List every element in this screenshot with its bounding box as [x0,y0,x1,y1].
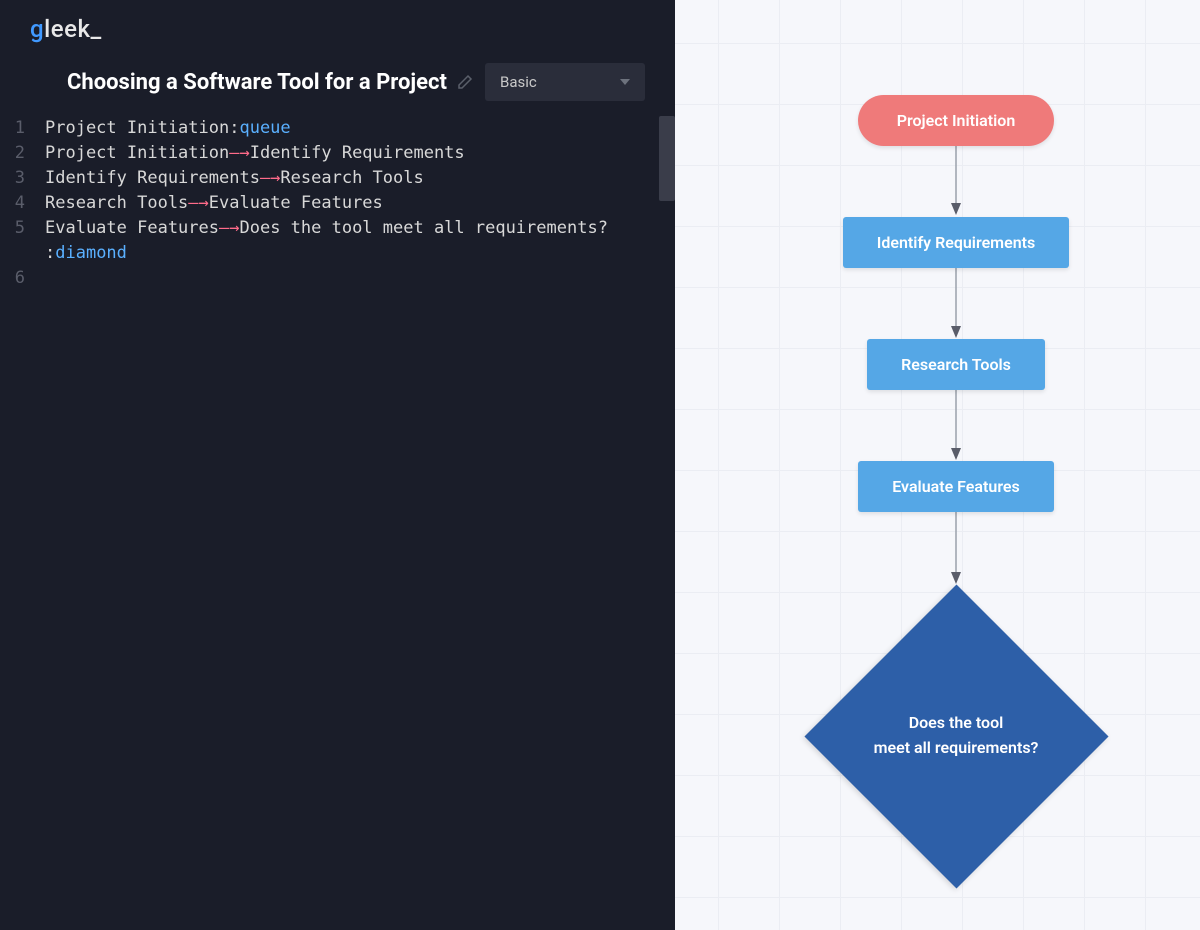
flow-arrow [955,145,957,215]
logo-text: gleek_ [30,15,102,43]
line-number: 6 [0,266,45,291]
code-line[interactable]: 3Identify Requirements—→Research Tools [0,166,675,191]
node-label: Evaluate Features [892,477,1020,496]
node-label: Identify Requirements [877,233,1035,252]
header-row: Choosing a Software Tool for a Project B… [0,53,675,116]
code-line[interactable]: 1Project Initiation:queue [0,116,675,141]
title-wrap: Choosing a Software Tool for a Project [67,70,473,95]
node-label: Does the tool meet all requirements? [856,711,1056,761]
page-title: Choosing a Software Tool for a Project [67,70,447,95]
code-line[interactable]: 6 [0,266,675,291]
node-label: Project Initiation [897,111,1016,130]
line-content: Research Tools—→Evaluate Features [45,191,675,216]
line-number: 4 [0,191,45,216]
node-evaluate-features[interactable]: Evaluate Features [858,461,1054,512]
code-line[interactable]: :diamond [0,241,675,266]
node-label: Research Tools [901,355,1011,374]
editor-panel: gleek_ Choosing a Software Tool for a Pr… [0,0,675,930]
node-start[interactable]: Project Initiation [858,95,1054,146]
node-decision[interactable]: Does the tool meet all requirements? [856,636,1056,836]
line-content: Project Initiation—→Identify Requirement… [45,141,675,166]
line-number: 2 [0,141,45,166]
line-content: Identify Requirements—→Research Tools [45,166,675,191]
line-content: Project Initiation:queue [45,116,675,141]
code-line[interactable]: 4Research Tools—→Evaluate Features [0,191,675,216]
flow-arrow [955,512,957,584]
diagram-canvas[interactable]: Project Initiation Identify Requirements… [675,0,1200,930]
diagram-type-dropdown[interactable]: Basic [485,63,645,101]
line-content: Evaluate Features—→Does the tool meet al… [45,216,675,241]
line-number: 5 [0,216,45,241]
chevron-down-icon [620,79,630,85]
line-number: 1 [0,116,45,141]
code-line[interactable]: 2Project Initiation—→Identify Requiremen… [0,141,675,166]
code-editor[interactable]: 1Project Initiation:queue2Project Initia… [0,116,675,930]
code-line[interactable]: 5Evaluate Features—→Does the tool meet a… [0,216,675,241]
pencil-icon[interactable] [457,74,473,90]
line-number: 3 [0,166,45,191]
scrollbar-thumb[interactable] [659,116,675,201]
node-identify-requirements[interactable]: Identify Requirements [843,217,1069,268]
flow-arrow [955,268,957,338]
dropdown-selected-label: Basic [500,73,537,91]
flow-arrow [955,390,957,460]
node-research-tools[interactable]: Research Tools [867,339,1045,390]
line-content: :diamond [45,241,675,266]
logo: gleek_ [0,0,675,53]
